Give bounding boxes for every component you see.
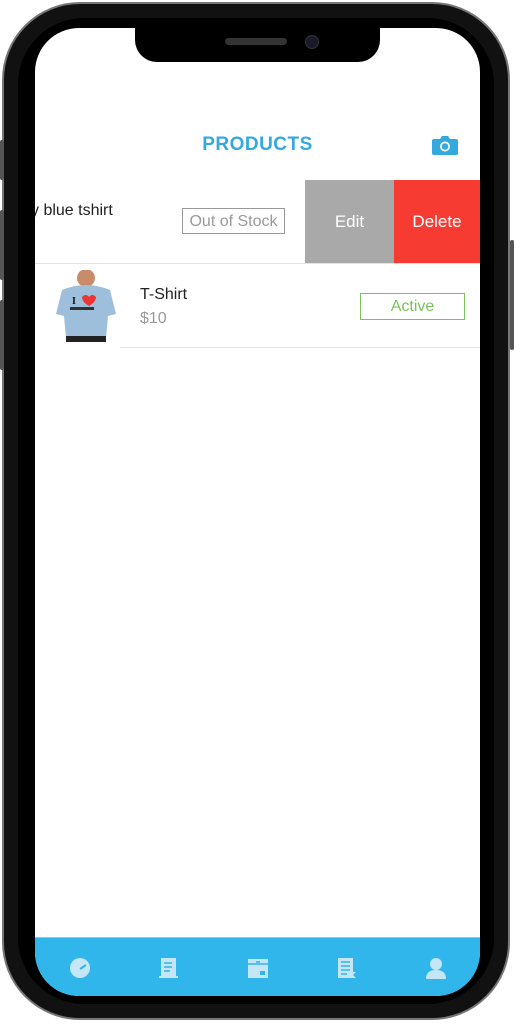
page-title: PRODUCTS (202, 134, 313, 155)
volume-up-button (0, 210, 4, 280)
products-icon (247, 958, 268, 978)
status-badge: Out of Stock (182, 208, 285, 234)
speaker (225, 38, 287, 45)
tab-orders[interactable] (149, 948, 189, 988)
product-row[interactable]: I T-Shirt $10 Active (35, 264, 480, 348)
product-thumbnail: I (52, 270, 120, 342)
status-badge: Active (360, 293, 465, 320)
screen: PRODUCTS y blue tshirt Out of Stock Edit… (35, 28, 480, 996)
profile-icon (425, 957, 446, 979)
tab-products[interactable] (238, 948, 278, 988)
orders-icon (158, 957, 178, 978)
notch (135, 28, 380, 62)
reports-icon (337, 957, 356, 978)
divider (120, 347, 480, 348)
tab-reports[interactable] (327, 948, 367, 988)
volume-down-button (0, 300, 4, 370)
delete-button[interactable]: Delete (394, 180, 480, 264)
product-name: y blue tshirt (35, 202, 113, 219)
tab-bar (35, 937, 480, 996)
power-button (510, 240, 514, 350)
tab-profile[interactable] (416, 948, 456, 988)
front-camera (305, 35, 319, 49)
camera-icon[interactable] (431, 134, 459, 156)
dashboard-icon (69, 957, 90, 978)
edit-button[interactable]: Edit (305, 180, 394, 264)
product-price: $10 (140, 310, 167, 327)
mute-button (0, 140, 4, 180)
tab-dashboard[interactable] (60, 948, 100, 988)
svg-text:I: I (72, 296, 76, 307)
product-name: T-Shirt (140, 286, 188, 303)
product-row[interactable]: y blue tshirt Out of Stock Edit Delete (35, 180, 480, 264)
